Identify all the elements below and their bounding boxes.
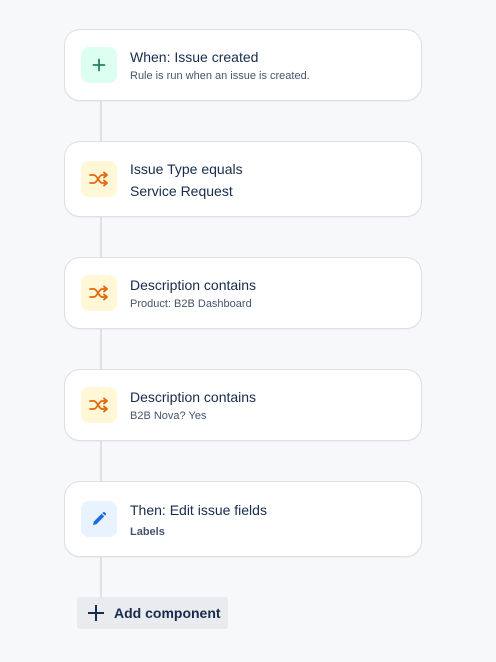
condition-card-description-product[interactable]: Description contains Product: B2B Dashbo… [64,257,422,329]
card-subtitle: Service Request [130,183,233,199]
add-component-label: Add component [114,605,221,621]
shuffle-icon [81,161,117,197]
card-title: Description contains [130,277,257,293]
card-title: Description contains [130,389,257,405]
card-title: Issue Type equals [130,161,243,177]
condition-card-description-nova[interactable]: Description contains B2B Nova? Yes [64,369,422,441]
card-subtitle: B2B Nova? Yes [130,410,207,422]
plus-icon [86,603,106,623]
card-title: Then: Edit issue fields [130,502,267,518]
condition-card-issue-type[interactable]: Issue Type equals Service Request [64,141,422,217]
action-card-edit-issue-fields[interactable]: Then: Edit issue fields Labels [64,481,422,557]
card-subtitle: Rule is run when an issue is created. [130,70,310,82]
plus-icon [81,47,117,83]
add-component-button[interactable]: Add component [77,597,228,629]
card-title: When: Issue created [130,49,259,65]
card-subtitle: Product: B2B Dashboard [130,298,252,310]
shuffle-icon [81,275,117,311]
rule-canvas: When: Issue created Rule is run when an … [0,0,496,662]
trigger-card-issue-created[interactable]: When: Issue created Rule is run when an … [64,29,422,101]
shuffle-icon [81,387,117,423]
card-subtitle: Labels [130,526,165,538]
pencil-icon [81,501,117,537]
